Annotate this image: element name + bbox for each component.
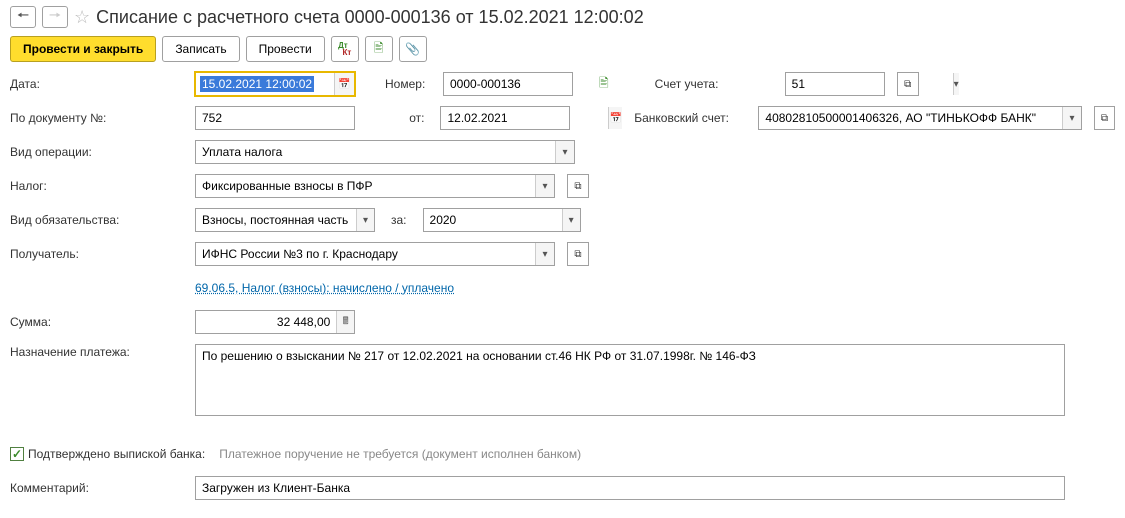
doc-from-label: от: — [385, 111, 431, 125]
status-icon: 🖹 — [599, 74, 609, 95]
amount-label: Сумма: — [10, 315, 185, 329]
tax-select[interactable]: ▾ — [195, 174, 555, 198]
save-button[interactable]: Записать — [162, 36, 239, 62]
tax-label: Налог: — [10, 179, 185, 193]
favorite-icon[interactable]: ☆ — [74, 7, 90, 28]
comment-label: Комментарий: — [10, 481, 185, 495]
for-label: за: — [385, 213, 413, 227]
bank-account-open-button[interactable]: ⧉ — [1094, 106, 1115, 130]
tax-input[interactable] — [196, 175, 535, 197]
calendar-icon[interactable]: 📅 — [608, 107, 621, 129]
number-input[interactable] — [443, 72, 573, 96]
amount-wrap[interactable]: 🖩 — [195, 310, 355, 334]
chevron-down-icon[interactable]: ▾ — [535, 243, 554, 265]
doc-number-label: По документу №: — [10, 111, 185, 125]
account-open-button[interactable]: ⧉ — [897, 72, 919, 96]
dt-kt-icon: Дт Кт — [338, 42, 351, 56]
recipient-label: Получатель: — [10, 247, 185, 261]
account-label: Счет учета: — [655, 77, 775, 91]
obligation-input[interactable] — [196, 209, 356, 231]
date-label: Дата: — [10, 77, 185, 91]
chevron-down-icon[interactable]: ▾ — [535, 175, 554, 197]
chevron-down-icon[interactable]: ▾ — [356, 209, 374, 231]
amount-input[interactable] — [196, 311, 336, 333]
recipient-input[interactable] — [196, 243, 535, 265]
kbk-link[interactable]: 69.06.5, Налог (взносы): начислено / упл… — [195, 281, 454, 295]
account-select[interactable]: ▾ — [785, 72, 885, 96]
op-type-input[interactable] — [196, 141, 555, 163]
chevron-down-icon[interactable]: ▾ — [562, 209, 580, 231]
recipient-open-button[interactable]: ⧉ — [567, 242, 589, 266]
bank-account-input[interactable] — [759, 107, 1062, 129]
related-icon: 🖹 — [374, 39, 384, 60]
dt-kt-button[interactable]: Дт Кт — [331, 36, 359, 62]
bank-account-select[interactable]: ▾ — [758, 106, 1082, 130]
account-input[interactable] — [786, 73, 953, 95]
doc-date-input[interactable] — [441, 107, 608, 129]
clip-icon: 📎 — [405, 42, 420, 56]
related-button[interactable]: 🖹 — [365, 36, 393, 62]
period-input[interactable] — [424, 209, 562, 231]
submit-button[interactable]: Провести — [246, 36, 325, 62]
nav-back-button[interactable]: 🠔 — [10, 6, 36, 28]
obligation-label: Вид обязательства: — [10, 213, 185, 227]
confirmed-checkbox[interactable]: ✓ — [10, 447, 24, 461]
attach-button[interactable]: 📎 — [399, 36, 427, 62]
doc-number-input[interactable] — [195, 106, 355, 130]
confirmed-hint: Платежное поручение не требуется (докуме… — [219, 447, 581, 461]
period-select[interactable]: ▾ — [423, 208, 581, 232]
calculator-icon[interactable]: 🖩 — [336, 311, 354, 333]
chevron-down-icon[interactable]: ▾ — [1062, 107, 1081, 129]
chevron-down-icon[interactable]: ▾ — [555, 141, 574, 163]
obligation-select[interactable]: ▾ — [195, 208, 375, 232]
submit-close-button[interactable]: Провести и закрыть — [10, 36, 156, 62]
date-input-wrap[interactable]: 15.02.2021 12:00:02 📅 — [195, 72, 355, 96]
nav-forward-button[interactable]: 🠖 — [42, 6, 68, 28]
chevron-down-icon[interactable]: ▾ — [953, 73, 959, 95]
recipient-select[interactable]: ▾ — [195, 242, 555, 266]
page-title: Списание с расчетного счета 0000-000136 … — [96, 7, 644, 28]
tax-open-button[interactable]: ⧉ — [567, 174, 589, 198]
date-input[interactable]: 15.02.2021 12:00:02 — [200, 76, 314, 92]
confirmed-label: Подтверждено выпиской банка: — [28, 447, 205, 461]
op-type-select[interactable]: ▾ — [195, 140, 575, 164]
purpose-label: Назначение платежа: — [10, 344, 185, 361]
purpose-textarea[interactable] — [195, 344, 1065, 416]
calendar-icon[interactable]: 📅 — [334, 73, 354, 95]
bank-account-label: Банковский счет: — [634, 111, 748, 125]
comment-input[interactable] — [195, 476, 1065, 500]
op-type-label: Вид операции: — [10, 145, 185, 159]
doc-date-wrap[interactable]: 📅 — [440, 106, 570, 130]
number-label: Номер: — [385, 77, 433, 91]
